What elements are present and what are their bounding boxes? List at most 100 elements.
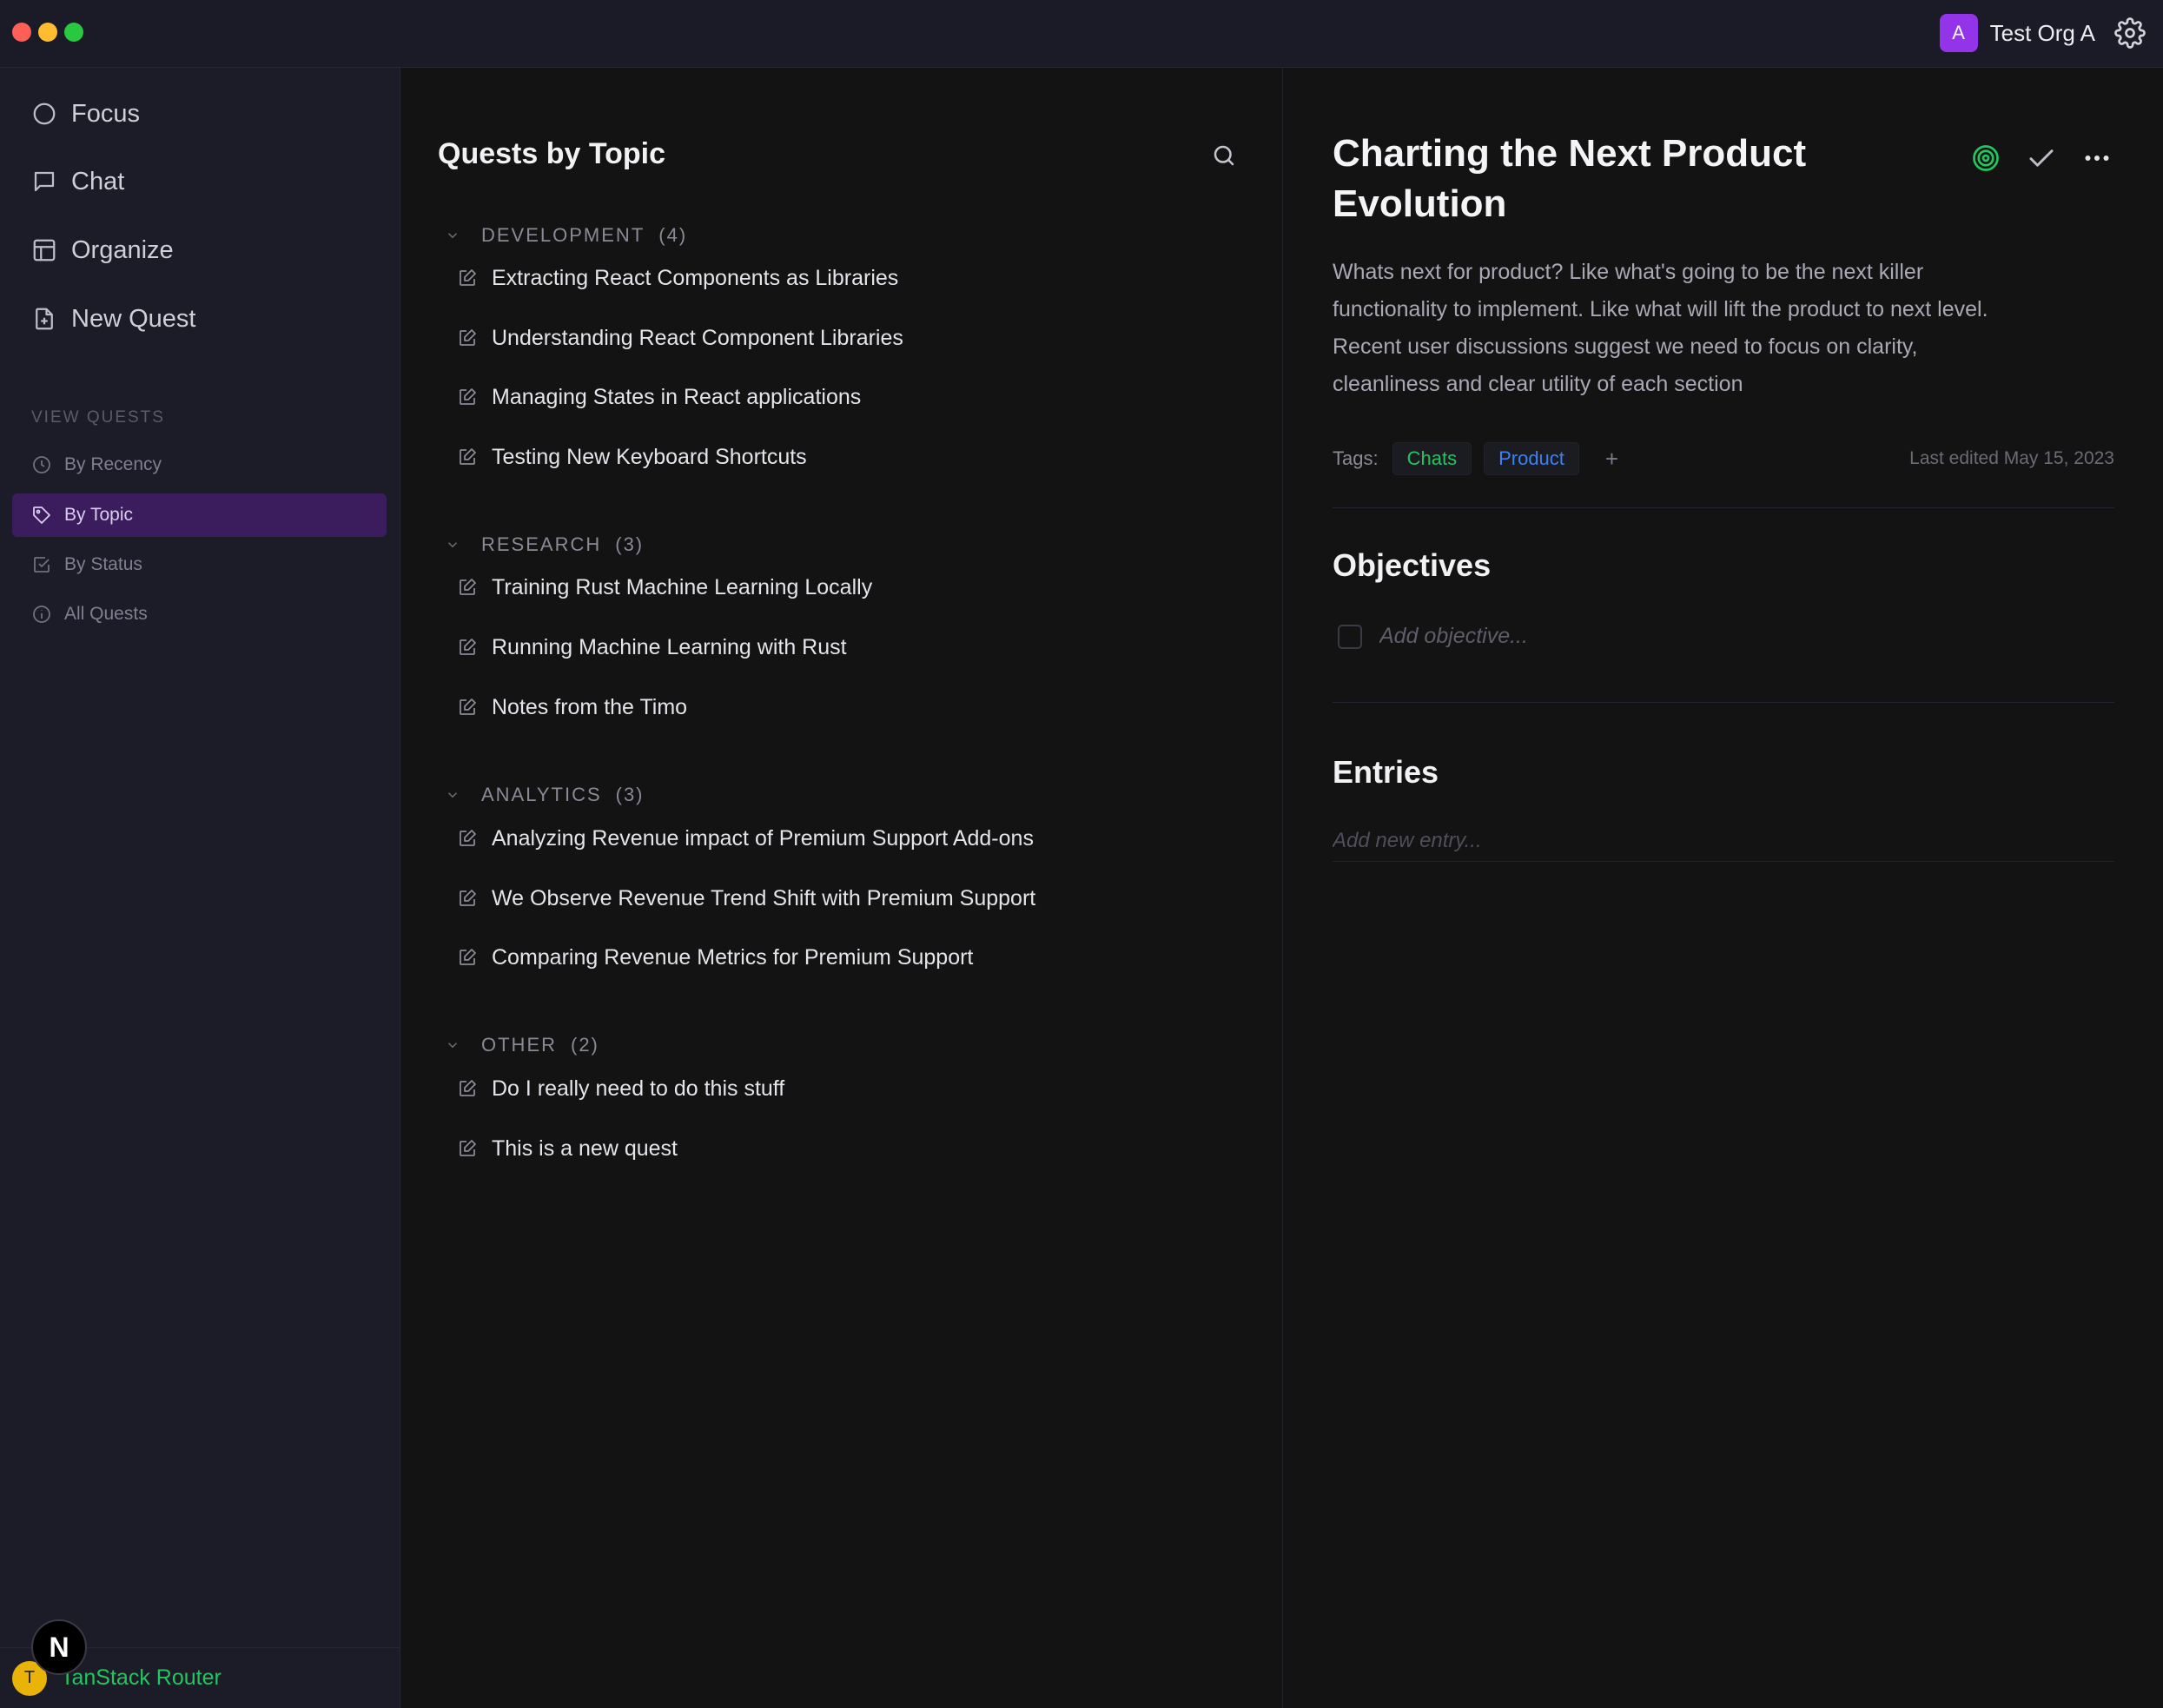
quest-list-title: Quests by Topic	[438, 137, 665, 170]
maximize-window-button[interactable]	[64, 23, 83, 42]
quest-title: Do I really need to do this stuff	[492, 1076, 785, 1101]
nav-organize[interactable]: Organize	[31, 228, 174, 272]
circle-icon	[33, 103, 56, 125]
quest-title: Analyzing Revenue impact of Premium Supp…	[492, 825, 1034, 851]
sidebar: Focus Chat Organize New Quest VIEW QUEST…	[0, 68, 400, 1708]
quest-item[interactable]: Extracting React Components as Libraries	[457, 261, 898, 295]
edit-icon	[460, 388, 476, 405]
search-icon[interactable]	[1211, 142, 1237, 169]
edit-icon	[460, 949, 476, 965]
objective-checkbox[interactable]	[1338, 624, 1362, 649]
group-header-research[interactable]: RESEARCH (3)	[445, 532, 644, 558]
detail-actions	[1970, 142, 2113, 174]
quest-item[interactable]: Do I really need to do this stuff	[457, 1071, 784, 1106]
quest-title: Testing New Keyboard Shortcuts	[492, 444, 807, 469]
quest-item[interactable]: Understanding React Component Libraries	[457, 321, 903, 355]
quest-detail-panel: Charting the Next Product Evolution What…	[1284, 68, 2163, 1708]
focus-target-icon[interactable]	[1970, 142, 2001, 174]
tags-row: Tags: Chats Product + Last edited May 15…	[1333, 441, 2114, 476]
quest-item[interactable]: Comparing Revenue Metrics for Premium Su…	[457, 940, 973, 975]
tag-icon	[33, 506, 50, 524]
group-header-other[interactable]: OTHER (2)	[445, 1032, 599, 1058]
edit-icon	[460, 329, 476, 346]
quest-item[interactable]: Testing New Keyboard Shortcuts	[457, 440, 807, 474]
group-count: (3)	[615, 784, 645, 805]
edit-icon	[460, 448, 476, 465]
edit-icon	[460, 579, 476, 595]
quest-title: This is a new quest	[492, 1135, 678, 1161]
minimize-window-button[interactable]	[38, 23, 57, 42]
tags-label: Tags:	[1333, 447, 1379, 469]
router-label: TanStack Router	[61, 1665, 222, 1690]
group-count: (2)	[571, 1034, 599, 1056]
quest-item[interactable]: Training Rust Machine Learning Locally	[457, 570, 872, 605]
add-entry-input[interactable]	[1333, 820, 2114, 862]
group-header-development[interactable]: DEVELOPMENT (4)	[445, 222, 687, 248]
check-square-icon	[34, 557, 50, 573]
edit-icon	[460, 1140, 476, 1156]
org-avatar: A	[1939, 14, 1978, 52]
edit-icon	[460, 890, 476, 906]
quest-description[interactable]: Whats next for product? Like what's goin…	[1333, 254, 1993, 403]
new-file-icon	[36, 308, 53, 330]
add-objective-input[interactable]	[1379, 624, 1901, 649]
edit-icon	[460, 639, 476, 655]
check-icon[interactable]	[2026, 142, 2057, 174]
title-bar: A Test Org A	[0, 0, 2163, 68]
quest-title: Training Rust Machine Learning Locally	[492, 574, 873, 599]
group-name: DEVELOPMENT	[481, 224, 645, 246]
view-by-status-label: By Status	[64, 554, 142, 574]
quest-title: Notes from the Timo	[492, 694, 688, 719]
quest-item[interactable]: We Observe Revenue Trend Shift with Prem…	[457, 881, 1035, 916]
view-by-status[interactable]: By Status	[12, 543, 387, 586]
divider	[1333, 702, 2114, 703]
chevron-down-icon	[447, 1043, 458, 1049]
nav-focus[interactable]: Focus	[31, 92, 140, 136]
quest-title: Comparing Revenue Metrics for Premium Su…	[492, 944, 974, 970]
edit-icon	[460, 698, 476, 715]
group-count: (4)	[658, 224, 688, 246]
view-by-topic[interactable]: By Topic	[12, 493, 387, 537]
view-all-quests[interactable]: All Quests	[12, 593, 387, 636]
quest-list-panel: Quests by Topic DEVELOPMENT (4) Extracti…	[401, 68, 1283, 1708]
nav-focus-label: Focus	[71, 99, 140, 128]
chat-icon	[34, 171, 55, 192]
nav-new-quest[interactable]: New Quest	[31, 297, 195, 341]
quest-item[interactable]: Notes from the Timo	[457, 690, 687, 725]
close-window-button[interactable]	[12, 23, 31, 42]
last-edited: Last edited May 15, 2023	[1909, 448, 2114, 468]
view-by-recency-label: By Recency	[64, 454, 162, 474]
quest-item[interactable]: Analyzing Revenue impact of Premium Supp…	[457, 821, 1034, 856]
gear-icon[interactable]	[2114, 17, 2146, 49]
chevron-down-icon	[447, 233, 458, 239]
tag-product[interactable]: Product	[1484, 442, 1579, 475]
group-name: ANALYTICS	[481, 784, 602, 805]
quest-title: Understanding React Component Libraries	[492, 325, 903, 350]
clock-icon	[33, 456, 50, 473]
group-count: (3)	[615, 533, 645, 555]
quest-detail-title: Charting the Next Product Evolution	[1333, 132, 1807, 225]
group-header-analytics[interactable]: ANALYTICS (3)	[445, 782, 645, 808]
quest-item[interactable]: Managing States in React applications	[457, 380, 861, 414]
quest-title: Extracting React Components as Libraries	[492, 265, 899, 290]
quest-title: Managing States in React applications	[492, 384, 862, 409]
group-name: RESEARCH	[481, 533, 602, 555]
objectives-heading: Objectives	[1333, 547, 1492, 583]
nav-chat[interactable]: Chat	[31, 160, 124, 203]
nav-new-quest-label: New Quest	[71, 304, 196, 333]
entries-heading: Entries	[1333, 754, 1439, 790]
more-options-icon[interactable]	[2081, 142, 2113, 174]
add-tag-button[interactable]: +	[1605, 446, 1618, 473]
tag-chats[interactable]: Chats	[1392, 442, 1472, 475]
edit-icon	[460, 830, 476, 846]
next-dev-badge[interactable]: N	[31, 1619, 87, 1675]
view-by-recency[interactable]: By Recency	[12, 443, 387, 487]
org-switcher[interactable]: A Test Org A	[1939, 12, 2146, 54]
layout-icon	[33, 239, 56, 261]
edit-icon	[460, 1080, 476, 1096]
quest-title: Running Machine Learning with Rust	[492, 634, 847, 659]
quest-item[interactable]: This is a new quest	[457, 1131, 678, 1166]
window-controls	[12, 23, 83, 42]
org-name: Test Org A	[1989, 19, 2095, 46]
quest-item[interactable]: Running Machine Learning with Rust	[457, 630, 847, 665]
